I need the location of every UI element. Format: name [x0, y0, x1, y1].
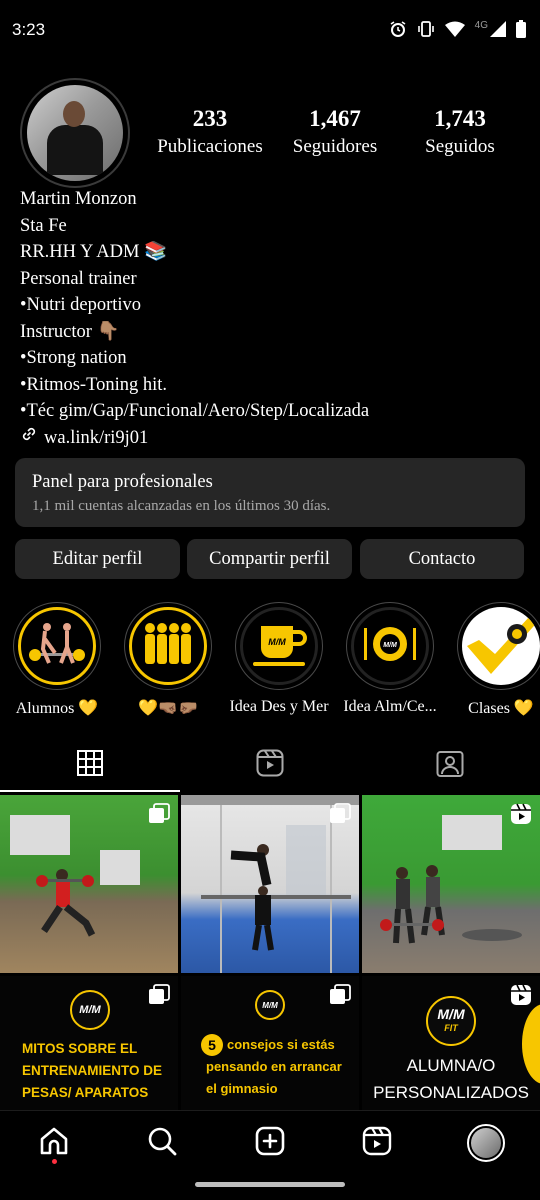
reels-icon — [256, 749, 284, 782]
carousel-icon — [329, 984, 351, 1011]
nav-search[interactable] — [142, 1123, 182, 1163]
nav-create[interactable] — [250, 1123, 290, 1163]
stat-following-value: 1,743 — [434, 106, 486, 131]
panel-subtitle: 1,1 mil cuentas alcanzadas en los último… — [32, 498, 331, 514]
profile-actions: Editar perfil Compartir perfil Contacto — [15, 539, 525, 579]
battery-icon — [516, 20, 526, 38]
stat-posts[interactable]: 233 Publicaciones — [150, 106, 270, 158]
panel-title: Panel para profesionales — [32, 472, 213, 492]
highlight-label: Idea Alm/Ce... — [343, 698, 437, 715]
vibrate-icon — [417, 20, 435, 38]
reel-badge-icon — [510, 803, 532, 830]
profile-photo — [27, 85, 123, 181]
post-caption: ALUMNA/O PERSONALIZADOS — [373, 1056, 529, 1102]
tagged-icon — [436, 749, 464, 782]
home-indicator[interactable] — [195, 1182, 345, 1187]
bio-line: Personal trainer — [20, 268, 137, 289]
status-icons: 4G — [389, 20, 526, 38]
post-caption: MITOS SOBRE EL ENTRENAMIENTO DE PESAS/ A… — [22, 1041, 163, 1100]
stat-following-label: Seguidos — [425, 136, 495, 157]
profile-tabs — [0, 738, 540, 792]
signal-icon — [490, 21, 506, 37]
profile-avatar — [467, 1124, 505, 1162]
stat-followers[interactable]: 1,467 Seguidores — [280, 106, 390, 158]
post-thumbnail[interactable] — [181, 795, 359, 973]
profile-avatar[interactable] — [20, 78, 130, 188]
plate-cutlery-icon: M/M — [358, 618, 422, 675]
nav-home[interactable] — [34, 1123, 74, 1163]
svg-text:M/M: M/M — [268, 637, 286, 647]
carousel-icon — [148, 984, 170, 1011]
coffee-cup-icon: M/M — [247, 618, 311, 675]
highlight-label: Idea Des y Mer — [229, 698, 329, 715]
checkmark-icon — [462, 607, 540, 685]
reel-badge-icon — [510, 984, 532, 1011]
nav-profile[interactable] — [466, 1123, 506, 1163]
wifi-icon — [444, 21, 465, 37]
link-icon — [20, 425, 38, 452]
story-highlights: Alumnos 💛 💛🤜🏽🤛🏽 M/M Idea Des y Mer M/M I… — [0, 602, 540, 717]
bio-line: •Ritmos-Toning hit. — [20, 374, 168, 395]
tab-grid[interactable] — [0, 738, 180, 792]
contact-button[interactable]: Contacto — [360, 539, 524, 579]
bio-line: •Nutri deportivo — [20, 295, 142, 315]
edit-profile-button[interactable]: Editar perfil — [15, 539, 180, 579]
carousel-icon — [329, 803, 351, 830]
profile-name: Martin Monzon — [20, 189, 137, 209]
svg-text:M/M: M/M — [383, 642, 397, 649]
highlight-item[interactable]: Alumnos 💛 — [3, 602, 111, 718]
share-profile-button[interactable]: Compartir perfil — [187, 539, 352, 579]
carousel-icon — [148, 803, 170, 830]
brand-logo: M/M FIT — [426, 996, 476, 1046]
bottom-navigation — [0, 1110, 540, 1172]
post-thumbnail[interactable] — [0, 795, 178, 973]
stat-posts-label: Publicaciones — [157, 136, 263, 157]
weightlifting-icon — [27, 619, 87, 674]
tab-reels[interactable] — [180, 738, 360, 792]
bio-line: Sta Fe — [20, 215, 67, 236]
highlight-item[interactable]: M/M Idea Alm/Ce... — [336, 602, 444, 716]
reels-icon — [362, 1126, 392, 1161]
number-badge: 5 — [201, 1034, 223, 1056]
network-label: 4G — [474, 19, 488, 31]
search-icon — [147, 1126, 177, 1161]
profile-header: 233 Publicaciones 1,467 Seguidores 1,743… — [0, 78, 540, 188]
stat-followers-label: Seguidores — [292, 136, 378, 157]
stat-posts-value: 233 — [192, 106, 228, 131]
bio-line: •Strong nation — [20, 348, 127, 368]
highlight-item[interactable]: M/M Idea Des y Mer — [225, 602, 333, 716]
status-bar: 3:23 4G — [0, 0, 540, 62]
professional-dashboard[interactable]: Panel para profesionales 1,1 mil cuentas… — [15, 458, 525, 527]
notification-dot — [52, 1159, 57, 1164]
grid-icon — [77, 749, 103, 781]
alarm-icon — [389, 20, 407, 38]
create-icon — [255, 1126, 285, 1161]
tab-indicator — [0, 790, 180, 792]
highlight-label: 💛🤜🏽🤛🏽 — [138, 700, 198, 717]
bio-line: •Téc gim/Gap/Funcional/Aero/Step/Localiz… — [20, 401, 370, 421]
group-icon — [138, 619, 198, 674]
highlight-label: Clases 💛 — [468, 700, 534, 717]
stat-following[interactable]: 1,743 Seguidos — [405, 106, 515, 158]
bio-link-text: wa.link/ri9j01 — [44, 427, 149, 448]
highlight-item[interactable]: 💛🤜🏽🤛🏽 — [114, 602, 222, 718]
bio-line: Instructor 👇🏽 — [20, 321, 120, 342]
nav-reels[interactable] — [357, 1123, 397, 1163]
bio-line: RR.HH Y ADM 📚 — [20, 242, 168, 262]
tab-tagged[interactable] — [360, 738, 540, 792]
post-thumbnail[interactable] — [362, 795, 540, 973]
profile-bio: Martin Monzon Sta Fe RR.HH Y ADM 📚 Perso… — [20, 186, 520, 451]
post-caption: 5 consejos si estás pensando en arrancar… — [201, 1034, 342, 1100]
status-time: 3:23 — [12, 20, 46, 39]
home-icon — [38, 1125, 70, 1162]
stat-followers-value: 1,467 — [309, 106, 361, 131]
highlight-label: Alumnos 💛 — [15, 700, 99, 717]
brand-logo: M/M — [255, 990, 285, 1020]
highlight-item[interactable]: Clases 💛 — [447, 602, 540, 718]
brand-logo: M/M — [70, 990, 110, 1030]
bio-link[interactable]: wa.link/ri9j01 — [20, 425, 520, 452]
